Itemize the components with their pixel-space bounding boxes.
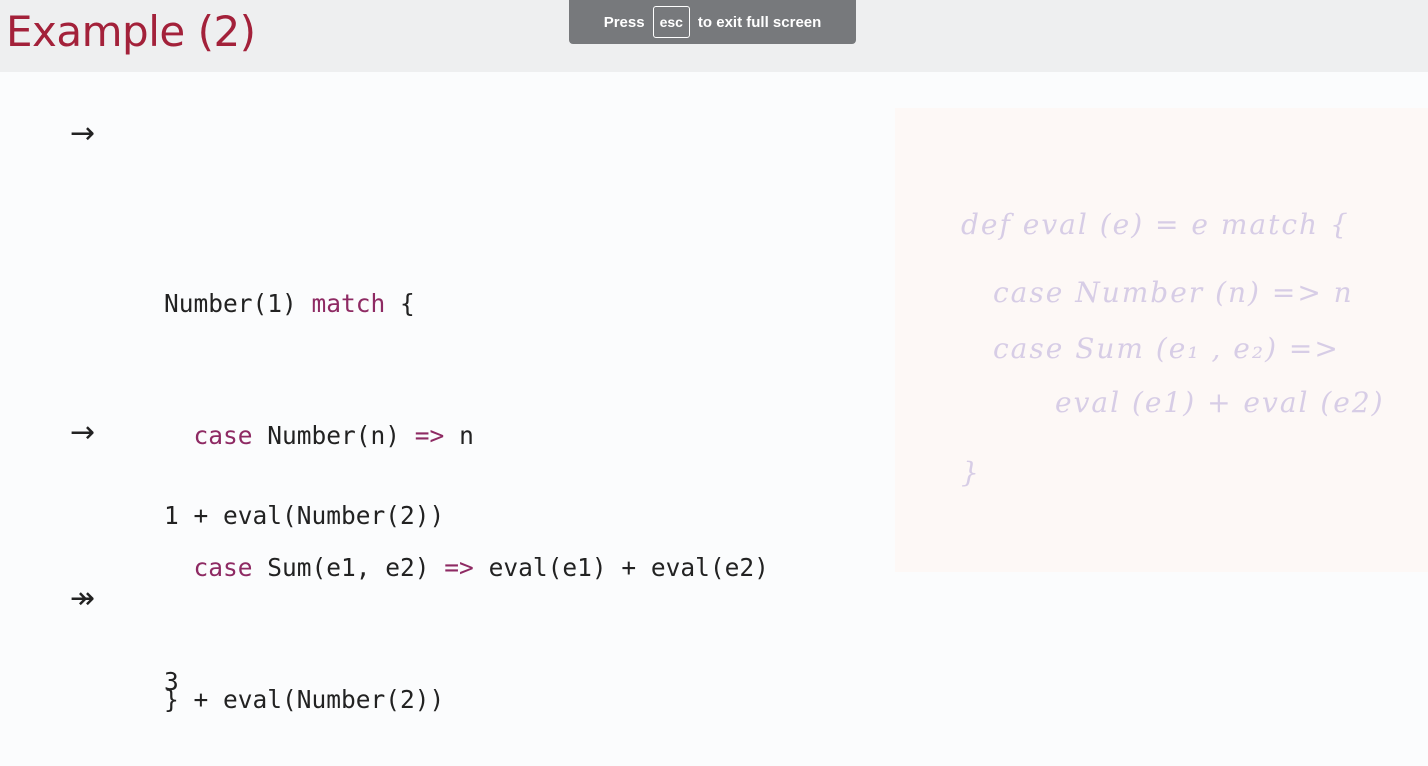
handwritten-line-5: } — [961, 456, 981, 489]
handwritten-line-4: eval (e1) + eval (e2) — [1055, 386, 1385, 419]
keyword-case: case — [193, 553, 253, 582]
code-line-4: } + eval(Number(2)) — [164, 685, 445, 714]
reduction-arrow-2: → — [70, 415, 96, 450]
code-text: { — [385, 289, 415, 318]
esc-key-badge: esc — [652, 6, 690, 38]
handwritten-line-1: def eval (e) = e match { — [961, 208, 1350, 241]
keyword-arrow: => — [414, 421, 445, 450]
code-text: Sum(e1, e2) — [252, 553, 445, 582]
handwritten-notes: def eval (e) = e match { case Number (n)… — [895, 108, 1428, 572]
code-text: n — [444, 421, 474, 450]
handwritten-line-3: case Sum (e₁ , e₂) => — [993, 332, 1340, 365]
fullscreen-exit-banner: Press esc to exit full screen — [569, 0, 856, 44]
reduction-arrow-1: → — [70, 116, 96, 151]
banner-suffix-text: to exit full screen — [697, 13, 822, 31]
keyword-arrow: => — [444, 553, 474, 582]
match-expression-code: Number(1) match { case Number(n) => n ca… — [164, 194, 769, 766]
code-text: Number(n) — [252, 421, 415, 450]
slide-title: Example (2) — [6, 7, 256, 56]
keyword-case: case — [193, 421, 253, 450]
code-text: Number(1) — [164, 289, 312, 318]
handwritten-line-2: case Number (n) => n — [993, 276, 1354, 309]
code-text: eval(e1) + eval(e2) — [473, 553, 769, 582]
intermediate-result-code: 1 + eval(Number(2)) — [164, 501, 445, 530]
code-line-2: case Number(n) => n — [164, 414, 769, 458]
code-line-1: Number(1) match { — [164, 282, 769, 326]
banner-prefix-text: Press — [603, 13, 645, 31]
final-result-value: 3 — [164, 667, 179, 696]
code-line-3: case Sum(e1, e2) => eval(e1) + eval(e2) — [164, 546, 769, 590]
keyword-match: match — [311, 289, 386, 318]
multi-step-reduction-arrow: ↠ — [70, 581, 96, 616]
